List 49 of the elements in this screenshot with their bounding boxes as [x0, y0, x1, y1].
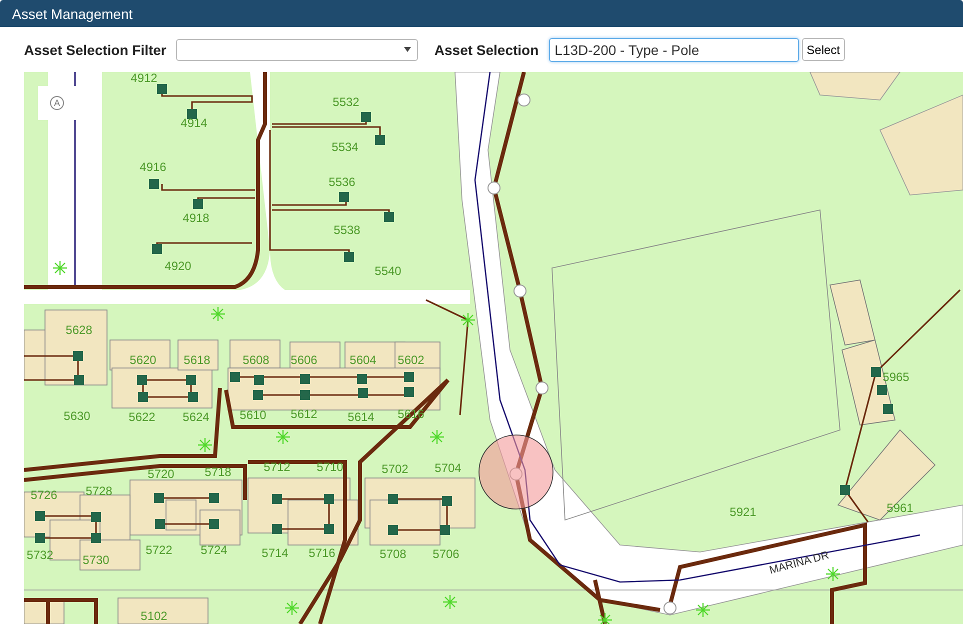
parcel-label: 5702	[382, 462, 408, 476]
parcel-label: 4920	[164, 259, 192, 273]
parcel-label: 5722	[146, 543, 172, 557]
parcel-label: 5726	[30, 488, 58, 502]
parcel-label: 5628	[66, 323, 92, 337]
parcel-label: 5710	[316, 460, 344, 474]
parcel-label: 5921	[730, 505, 756, 519]
parcel-label: 5708	[380, 547, 406, 561]
parcel-label: 4916	[140, 160, 166, 174]
parcel-label: 4918	[182, 211, 210, 225]
parcel-label: 5540	[374, 264, 402, 278]
parcel-label: 5536	[328, 175, 356, 189]
parcel-label: 5608	[242, 353, 270, 367]
parcel-label: 5730	[82, 553, 110, 567]
parcel-label: 5720	[148, 467, 174, 481]
parcel-label: 5706	[432, 547, 460, 561]
parcel-label: 5534	[332, 140, 358, 154]
parcel-label: 5612	[290, 407, 318, 421]
selection-label: Asset Selection	[434, 42, 539, 58]
parcel-label: 5610	[240, 408, 266, 422]
parcel-label: 5716	[308, 546, 336, 560]
parcel-label: 5718	[204, 465, 232, 479]
parcel-label: 5620	[130, 353, 156, 367]
caret-icon	[404, 47, 412, 52]
parcel-label: 5606	[290, 353, 318, 367]
parcel-label: 5532	[332, 95, 360, 109]
select-button[interactable]: Select	[802, 38, 846, 61]
parcel-label: 5618	[184, 353, 210, 367]
map-control-button[interactable]: A	[50, 96, 64, 110]
parcel-label: 5724	[200, 543, 228, 557]
header-title: Asset Management	[12, 6, 133, 22]
parcel-label: 5622	[128, 410, 156, 424]
street-label: MARINA DR	[768, 549, 830, 577]
parcel-label: 5602	[398, 353, 424, 367]
parcel-label: 5704	[434, 461, 462, 475]
parcel-label: 5102	[140, 609, 168, 623]
filter-dropdown[interactable]	[176, 38, 418, 60]
parcel-label: 5604	[350, 353, 376, 367]
parcel-label: 5712	[264, 460, 290, 474]
parcel-label: 5614	[348, 410, 374, 424]
parcel-label: 5728	[86, 484, 112, 498]
parcel-label: 5714	[262, 546, 288, 560]
asset-selection-field[interactable]: L13D-200 - Type - Pole	[548, 38, 799, 62]
filter-label: Asset Selection Filter	[24, 42, 166, 58]
parcel-label: 5538	[334, 223, 360, 237]
parcel-label: 5630	[64, 409, 90, 423]
parcel-label: 4914	[180, 116, 208, 130]
parcel-label: 5624	[182, 410, 210, 424]
parcel-label: 4912	[130, 72, 158, 85]
